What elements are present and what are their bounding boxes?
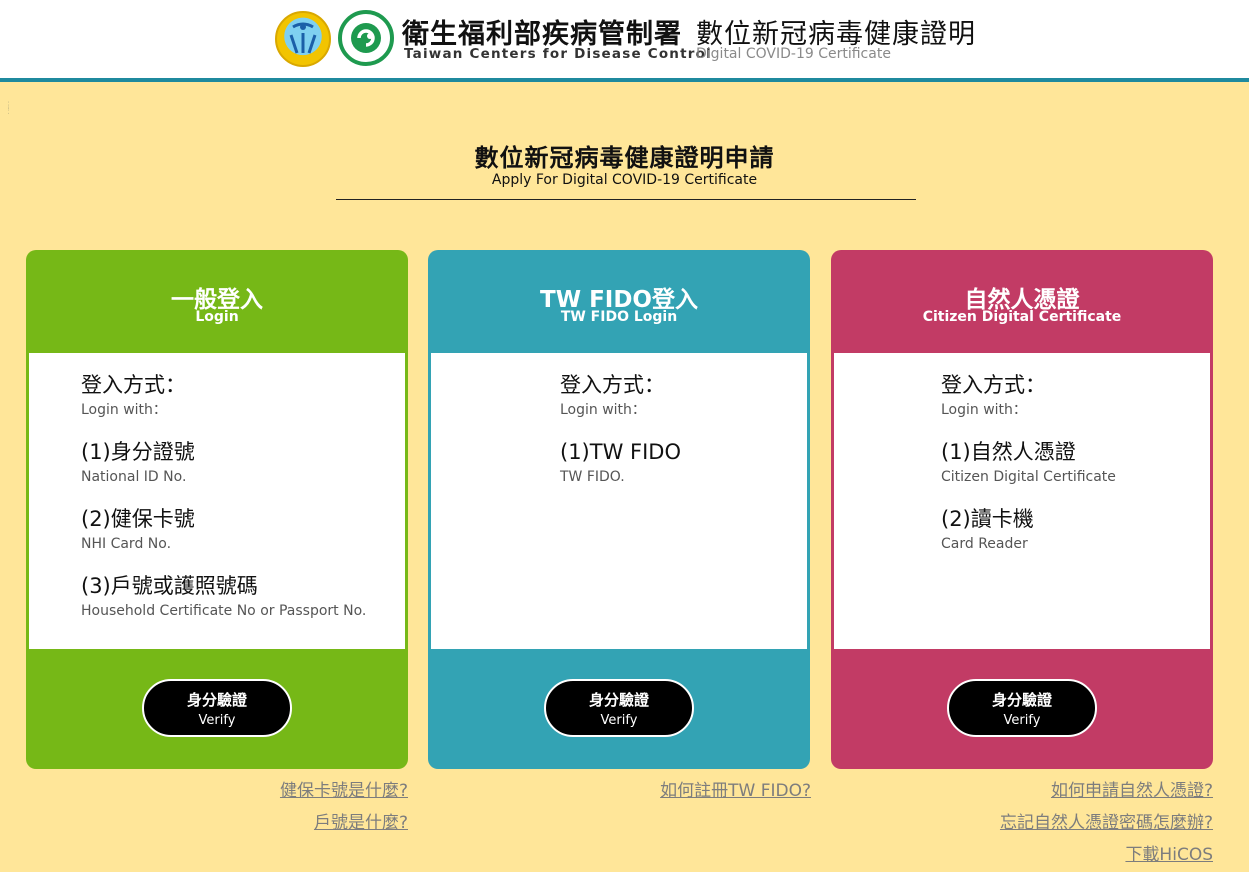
forgot-citizen-cert-pin-link[interactable]: 忘記自然人憑證密碼怎麼辦? (1000, 808, 1213, 833)
site-header: 衛生福利部疾病管制署 Taiwan Centers for Disease Co… (0, 0, 1249, 82)
card-body: 登入方式： Login with： (1)自然人憑證 Citizen Digit… (834, 353, 1210, 649)
login-method-en: Login with： (560, 402, 646, 418)
citizen-verify-button[interactable]: 身分驗證 Verify (947, 679, 1097, 737)
option-en: Citizen Digital Certificate (941, 469, 1116, 485)
card-body: 登入方式： Login with： (1)TW FIDO TW FIDO. (431, 353, 807, 649)
fido-verify-button[interactable]: 身分驗證 Verify (544, 679, 694, 737)
citizen-certificate-card: 自然人憑證 Citizen Digital Certificate 登入方式： … (831, 250, 1213, 769)
verify-label-en: Verify (1003, 713, 1041, 728)
login-method-label: 登入方式： Login with： (81, 372, 186, 419)
corner-dots-decoration: ⋮ ⋮ (4, 101, 13, 116)
option-citizen-certificate: (1)自然人憑證 Citizen Digital Certificate (941, 439, 1116, 486)
general-login-card: 一般登入 Login 登入方式： Login with： (1)身分證號 Nat… (26, 250, 408, 769)
option-nhi-card: (2)健保卡號 NHI Card No. (81, 506, 195, 553)
option-zh: (1)自然人憑證 (941, 440, 1076, 464)
login-method-label: 登入方式： Login with： (941, 372, 1046, 419)
option-zh: (2)健保卡號 (81, 507, 195, 531)
login-method-zh: 登入方式： (941, 373, 1046, 397)
option-en: TW FIDO. (560, 469, 625, 485)
mohw-logo-icon (275, 11, 331, 67)
tw-fido-login-card: TW FIDO登入 TW FIDO Login 登入方式： Login with… (428, 250, 810, 769)
option-zh: (3)戶號或護照號碼 (81, 574, 258, 598)
card-title-en: Citizen Digital Certificate (922, 309, 1122, 325)
option-en: NHI Card No. (81, 536, 172, 552)
option-national-id: (1)身分證號 National ID No. (81, 439, 195, 486)
card-body: 登入方式： Login with： (1)身分證號 National ID No… (29, 353, 405, 649)
verify-label-zh: 身分驗證 (991, 691, 1052, 709)
how-to-apply-citizen-cert-link[interactable]: 如何申請自然人憑證? (1051, 776, 1213, 801)
option-zh: (2)讀卡機 (941, 507, 1034, 531)
login-method-en: Login with： (941, 402, 1027, 418)
verify-label-zh: 身分驗證 (186, 691, 247, 709)
option-en: Card Reader (941, 536, 1028, 552)
cdc-logo-icon (338, 10, 394, 66)
title-divider (336, 199, 916, 200)
option-zh: (1)TW FIDO (560, 440, 681, 464)
login-method-zh: 登入方式： (560, 373, 665, 397)
how-to-register-fido-link[interactable]: 如何註冊TW FIDO? (660, 776, 811, 801)
verify-label-en: Verify (198, 713, 236, 728)
page-subtitle: Apply For Digital COVID-19 Certificate (491, 172, 758, 188)
option-household-passport: (3)戶號或護照號碼 Household Certificate No or P… (81, 573, 366, 620)
what-is-household-no-link[interactable]: 戶號是什麼? (314, 808, 408, 833)
option-en: Household Certificate No or Passport No. (81, 603, 367, 619)
login-method-zh: 登入方式： (81, 373, 186, 397)
what-is-nhi-card-link[interactable]: 健保卡號是什麼? (280, 776, 408, 801)
option-en: National ID No. (81, 469, 187, 485)
cert-title-en: Digital COVID-19 Certificate (696, 46, 891, 62)
page-title: 數位新冠病毒健康證明申請 (474, 144, 775, 172)
option-card-reader: (2)讀卡機 Card Reader (941, 506, 1034, 553)
verify-label-en: Verify (600, 713, 638, 728)
card-title-en: Login (195, 309, 239, 325)
general-verify-button[interactable]: 身分驗證 Verify (142, 679, 292, 737)
option-tw-fido: (1)TW FIDO TW FIDO. (560, 439, 681, 486)
verify-label-zh: 身分驗證 (588, 691, 649, 709)
login-method-en: Login with： (81, 402, 167, 418)
card-title-en: TW FIDO Login (560, 309, 678, 325)
download-hicos-link[interactable]: 下載HiCOS (1125, 840, 1213, 865)
login-method-label: 登入方式： Login with： (560, 372, 665, 419)
org-name-en: Taiwan Centers for Disease Control (404, 46, 712, 62)
option-zh: (1)身分證號 (81, 440, 195, 464)
